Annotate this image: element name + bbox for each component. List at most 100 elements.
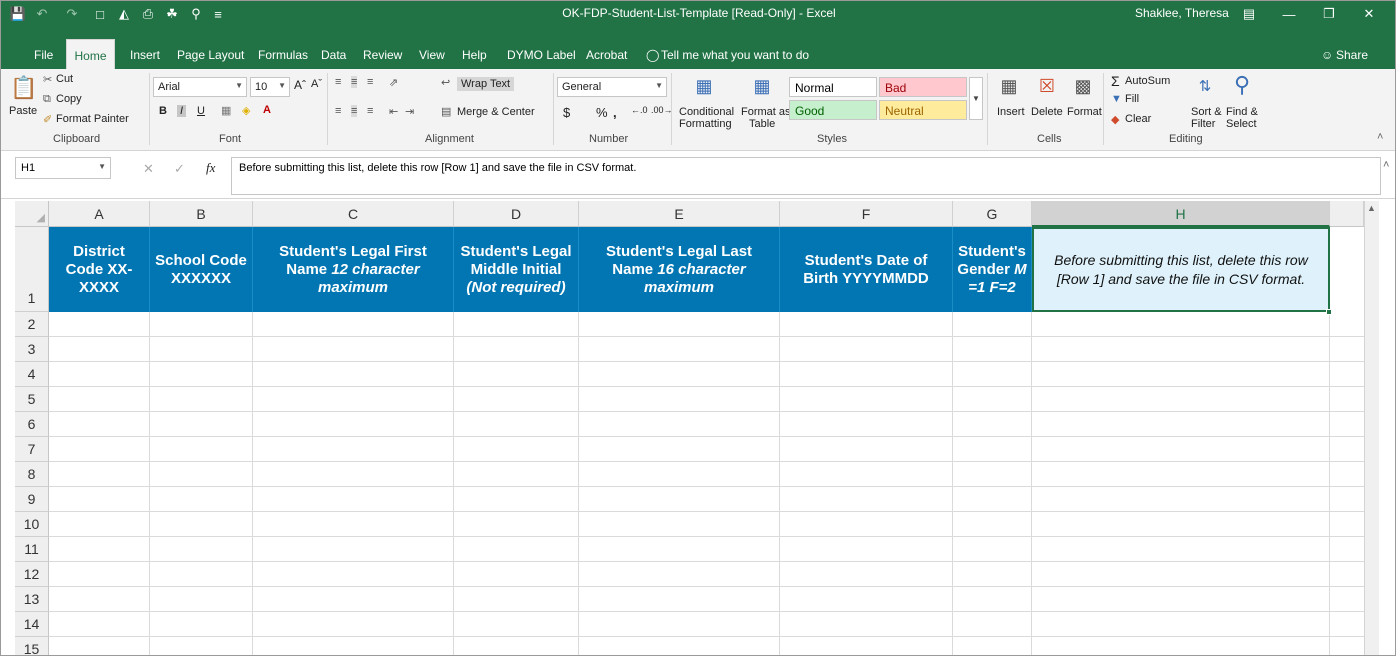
decrease-indent-icon[interactable]: ⇤ — [389, 105, 398, 118]
insert-function-icon[interactable]: fx — [206, 160, 215, 176]
tab-page-layout[interactable]: Page Layout — [177, 48, 244, 62]
column-header-e[interactable]: E — [579, 201, 780, 227]
wrap-text-button[interactable]: Wrap Text — [457, 77, 515, 91]
find-select-button[interactable]: Find & — [1226, 106, 1258, 118]
cell-e1[interactable]: Student's Legal Last Name 16 character m… — [579, 227, 780, 312]
insert-cells-button[interactable]: Insert — [997, 106, 1025, 118]
column-header-c[interactable]: C — [253, 201, 454, 227]
formula-input[interactable]: Before submitting this list, delete this… — [231, 157, 1381, 195]
column-header-f[interactable]: F — [780, 201, 953, 227]
tell-me-search[interactable]: Tell me what you want to do — [661, 48, 809, 62]
tab-home[interactable]: Home — [66, 39, 115, 69]
align-right-icon[interactable]: ≡ — [367, 105, 373, 117]
row-header-4[interactable]: 4 — [15, 362, 49, 387]
cell-f1[interactable]: Student's Date of Birth YYYYMMDD — [780, 227, 953, 312]
select-all-icon[interactable]: ◢ — [37, 211, 45, 224]
style-normal[interactable]: Normal — [789, 77, 877, 97]
cell-b1[interactable]: School Code XXXXXX — [150, 227, 253, 312]
scroll-up-icon[interactable]: ▲ — [1367, 203, 1376, 213]
cell-a1[interactable]: District Code XX-XXXX — [49, 227, 150, 312]
fill-color-icon[interactable]: ◈ — [242, 104, 250, 117]
tab-formulas[interactable]: Formulas — [258, 48, 308, 62]
sort-filter-icon[interactable]: ⇅ — [1193, 73, 1217, 99]
fill-handle[interactable] — [1326, 309, 1332, 315]
autosum-icon[interactable]: Σ — [1111, 73, 1120, 89]
wrap-text-icon[interactable]: ↩ — [441, 76, 450, 89]
restore-icon[interactable]: ❐ — [1309, 1, 1349, 27]
column-header-d[interactable]: D — [454, 201, 579, 227]
paste-button[interactable]: Paste — [9, 105, 37, 117]
row-header-14[interactable]: 14 — [15, 612, 49, 637]
row-header-5[interactable]: 5 — [15, 387, 49, 412]
row-header-8[interactable]: 8 — [15, 462, 49, 487]
tab-data[interactable]: Data — [321, 48, 346, 62]
row-header-15[interactable]: 15 — [15, 637, 49, 655]
column-header-a[interactable]: A — [49, 201, 150, 227]
column-header-g[interactable]: G — [953, 201, 1032, 227]
merge-center-button[interactable]: Merge & Center — [457, 106, 535, 118]
currency-button[interactable]: $ — [563, 105, 570, 120]
format-as-table-icon[interactable]: ▦ — [749, 73, 775, 99]
row-header-6[interactable]: 6 — [15, 412, 49, 437]
delete-cells-button[interactable]: Delete — [1031, 106, 1063, 118]
name-box-dropdown-icon[interactable]: ▼ — [98, 162, 106, 171]
find-select-icon[interactable]: ⚲ — [1229, 71, 1255, 99]
expand-formula-bar-icon[interactable]: ˄ — [1383, 159, 1389, 171]
share-button[interactable]: Share — [1336, 48, 1368, 62]
align-top-icon[interactable]: ≡ — [335, 76, 341, 88]
tab-view[interactable]: View — [419, 48, 445, 62]
style-bad[interactable]: Bad — [879, 77, 967, 97]
font-size-select[interactable]: 10 ▼ — [250, 77, 290, 97]
underline-button[interactable]: U — [197, 105, 205, 117]
number-format-select[interactable]: General ▼ — [557, 77, 667, 97]
cancel-entry-icon[interactable]: ✕ — [143, 161, 154, 177]
align-left-icon[interactable]: ≡ — [335, 105, 341, 117]
fill-button[interactable]: Fill — [1125, 93, 1139, 105]
align-bottom-icon[interactable]: ≡ — [367, 76, 373, 88]
copy-button[interactable]: Copy — [56, 93, 82, 105]
sort-filter-button-2[interactable]: Filter — [1191, 118, 1215, 130]
cell-h1-selected[interactable]: Before submitting this list, delete this… — [1032, 227, 1330, 312]
orientation-icon[interactable]: ⇗ — [389, 76, 398, 89]
format-as-table-label[interactable]: Format as — [741, 106, 791, 118]
conditional-formatting-label-2[interactable]: Formatting — [679, 118, 732, 130]
row-header-13[interactable]: 13 — [15, 587, 49, 612]
cell-c1[interactable]: Student's Legal First Name 12 character … — [253, 227, 454, 312]
name-box[interactable]: H1 ▼ — [15, 157, 111, 179]
conditional-formatting-label[interactable]: Conditional — [679, 106, 734, 118]
font-color-icon[interactable]: A — [263, 104, 271, 116]
style-good[interactable]: Good — [789, 100, 877, 120]
decrease-font-icon[interactable]: Aˇ — [311, 78, 322, 90]
format-painter-icon[interactable]: ✐ — [43, 113, 52, 126]
delete-cells-icon[interactable]: ☒ — [1035, 73, 1059, 99]
increase-indent-icon[interactable]: ⇥ — [405, 105, 414, 118]
format-cells-icon[interactable]: ▩ — [1071, 73, 1095, 99]
row-header-9[interactable]: 9 — [15, 487, 49, 512]
format-as-table-label-2[interactable]: Table — [749, 118, 775, 130]
clear-icon[interactable]: ◆ — [1111, 113, 1119, 126]
cell-d1[interactable]: Student's Legal Middle Initial (Not requ… — [454, 227, 579, 312]
select-all-corner[interactable]: ◢ — [15, 201, 49, 227]
cut-button[interactable]: Cut — [56, 73, 73, 85]
clear-button[interactable]: Clear — [1125, 113, 1151, 125]
format-cells-button[interactable]: Format — [1067, 106, 1102, 118]
cell-g1[interactable]: Student's Gender M=1 F=2 — [953, 227, 1032, 312]
collapse-ribbon-icon[interactable]: ˄ — [1377, 131, 1383, 143]
autosum-button[interactable]: AutoSum — [1125, 75, 1170, 87]
conditional-formatting-icon[interactable]: ▦ — [691, 73, 717, 99]
align-center-icon[interactable]: ≡ — [351, 105, 358, 117]
enter-check-icon[interactable]: ✓ — [174, 161, 185, 177]
tab-help[interactable]: Help — [462, 48, 487, 62]
row-header-2[interactable]: 2 — [15, 312, 49, 337]
cut-icon[interactable]: ✂ — [43, 73, 52, 86]
column-header-h[interactable]: H — [1032, 201, 1330, 227]
row-header-1[interactable]: 1 — [15, 227, 49, 312]
decrease-decimal-icon[interactable]: .00→ — [651, 105, 673, 115]
fill-icon[interactable]: ▼ — [1111, 93, 1122, 105]
tab-acrobat[interactable]: Acrobat — [586, 48, 627, 62]
increase-decimal-icon[interactable]: ←.0 — [631, 105, 648, 115]
row-header-11[interactable]: 11 — [15, 537, 49, 562]
style-neutral[interactable]: Neutral — [879, 100, 967, 120]
increase-font-icon[interactable]: Aˆ — [294, 78, 306, 92]
tab-insert[interactable]: Insert — [130, 48, 160, 62]
